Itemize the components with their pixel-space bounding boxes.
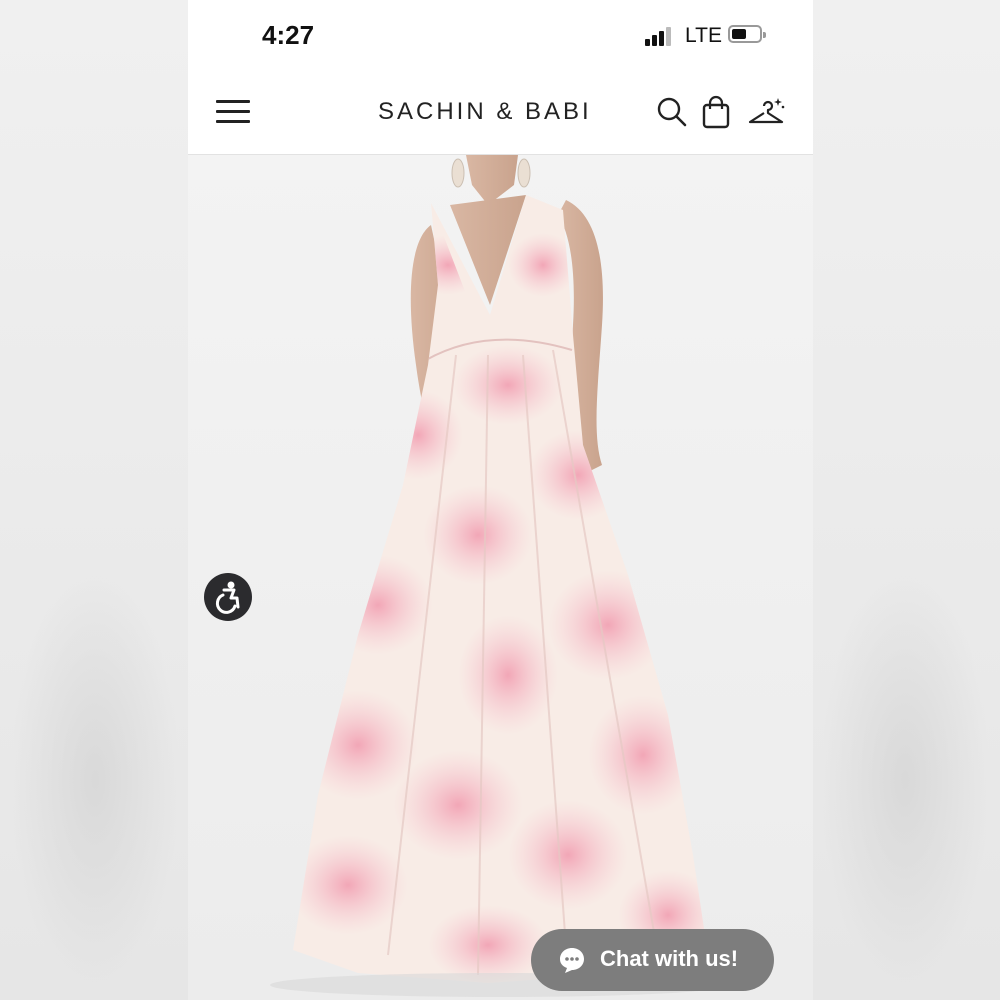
dress-illustration: [270, 155, 730, 997]
shopping-bag-icon[interactable]: [698, 94, 734, 130]
battery-icon: [728, 25, 766, 43]
chat-label: Chat with us!: [600, 946, 739, 971]
phone-screen: 4:27 LTE SACHIN & BABI Chat with us!: [188, 0, 813, 1000]
accessibility-icon: [215, 581, 240, 614]
site-header: SACHIN & BABI: [188, 72, 813, 155]
accessibility-button[interactable]: [204, 573, 252, 621]
status-time: 4:27: [262, 20, 315, 50]
hamburger-menu-icon[interactable]: [216, 98, 250, 124]
hanger-icon[interactable]: [746, 94, 786, 130]
chat-button[interactable]: Chat with us!: [531, 929, 774, 991]
product-photo: Chat with us!: [188, 155, 813, 1000]
signal-icon: [645, 26, 675, 46]
search-icon[interactable]: [654, 94, 690, 130]
status-bar: 4:27 LTE: [188, 0, 813, 72]
brand-logo[interactable]: SACHIN & BABI: [378, 98, 592, 126]
network-label: LTE: [685, 24, 722, 47]
chat-bubble-icon: [560, 948, 584, 973]
